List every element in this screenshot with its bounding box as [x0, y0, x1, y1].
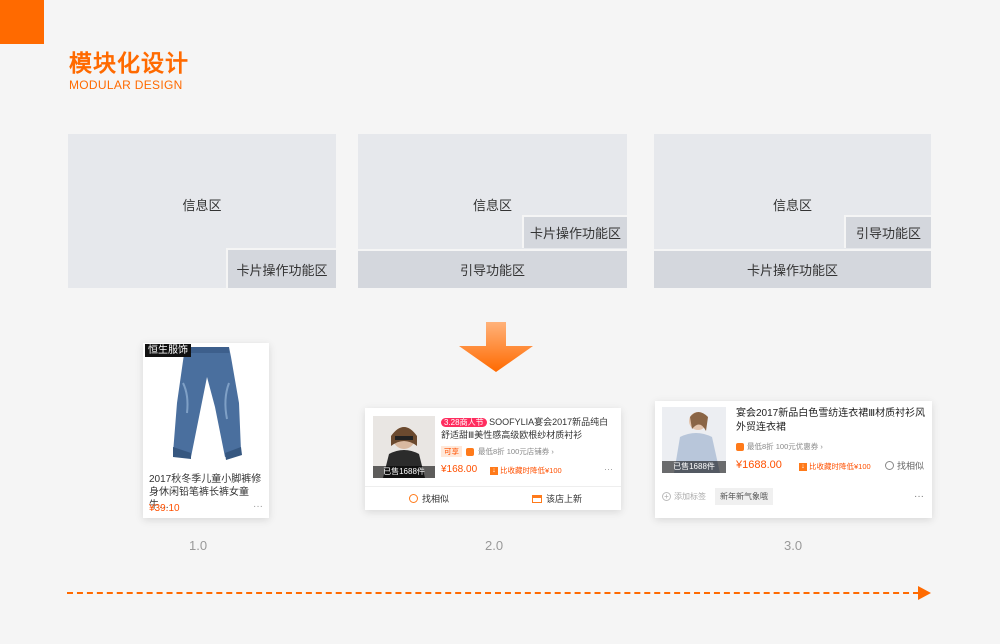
version-label: 3.0 [784, 538, 803, 553]
sold-count: 已售1688件 [662, 461, 726, 473]
add-tag-button[interactable]: + 添加标签 [662, 491, 706, 502]
info-area-label: 信息区 [182, 198, 222, 213]
plus-icon: + [662, 492, 671, 501]
product-title-block: 3.28商人节 SOOFYLIA宴会2017新品纯白舒适甜Ⅲ美性感高级欧根纱材质… [441, 416, 613, 441]
coupon-text: 最低8折 100元店铺券 › [478, 447, 554, 456]
search-icon [884, 461, 894, 470]
shop-tag: 恒生服饰 [145, 344, 191, 357]
coupon-row[interactable]: 可享 最低8折 100元店铺券 › [441, 446, 554, 457]
card-ops-area: 卡片操作功能区 [226, 248, 336, 288]
arrow-down-icon: ↓ [490, 466, 498, 475]
product-image: 已售1688件 [662, 407, 726, 473]
find-similar-button[interactable]: 找相似 [365, 487, 493, 510]
tag-chip[interactable]: 新年新气象哦 [715, 488, 773, 505]
find-similar-label: 找相似 [421, 494, 449, 504]
arrow-down-icon: ↓ [799, 462, 807, 471]
product-price: ¥168.00 [441, 464, 478, 475]
price-drop-text: 比收藏时降低¥100 [500, 466, 562, 475]
guide-area: 引导功能区 [844, 215, 931, 248]
find-similar-label: 找相似 [896, 461, 924, 471]
product-card-v2[interactable]: 已售1688件 3.28商人节 SOOFYLIA宴会2017新品纯白舒适甜Ⅲ美性… [365, 408, 621, 510]
more-button[interactable]: ··· [914, 491, 924, 502]
product-price: ¥39.10 [149, 503, 180, 514]
shop-icon [531, 494, 542, 503]
more-button[interactable]: ··· [604, 464, 613, 474]
version-label: 1.0 [189, 538, 208, 553]
timeline-line [67, 592, 919, 594]
price-drop-text: 比收藏时降低¥100 [809, 462, 871, 471]
coupon-icon [466, 447, 474, 456]
product-price: ¥1688.00 [736, 459, 782, 471]
guide-area: 引导功能区 [358, 249, 627, 288]
version-label: 2.0 [485, 538, 504, 553]
shop-new-label: 该店上新 [545, 494, 582, 504]
coupon-icon [736, 442, 744, 451]
card-ops-area: 卡片操作功能区 [654, 249, 931, 288]
product-image [143, 343, 269, 465]
corner-accent [0, 0, 44, 44]
wireframe-1: 信息区 卡片操作功能区 [68, 134, 336, 288]
wireframe-3: 信息区 引导功能区 卡片操作功能区 [654, 134, 931, 288]
wireframe-2: 信息区 卡片操作功能区 引导功能区 [358, 134, 627, 288]
timeline-arrow-icon [918, 586, 931, 600]
product-title: 宴会2017新品白色雪纺连衣裙Ⅲ材质衬衫风外贸连衣裙 [736, 408, 926, 433]
search-icon [408, 494, 418, 503]
sold-count: 已售1688件 [373, 466, 435, 478]
coupon-row[interactable]: 最低8折 100元优惠券 › [736, 441, 823, 452]
info-area-label: 信息区 [772, 198, 812, 213]
page-title: 模块化设计 [69, 50, 189, 76]
price-drop: ↓ 比收藏时降低¥100 [799, 461, 871, 472]
shop-new-button[interactable]: 该店上新 [493, 487, 621, 510]
product-card-v1[interactable]: 恒生服饰 2017秋冬季儿童小脚裤修身休闲铅笔裤长裤女童牛… ¥39.10 ··… [143, 343, 269, 518]
promo-badge: 3.28商人节 [441, 418, 487, 427]
find-similar-button[interactable]: 找相似 [884, 459, 924, 472]
more-button[interactable]: ··· [253, 501, 263, 512]
prefer-tag: 可享 [441, 446, 462, 457]
page-subtitle: MODULAR DESIGN [69, 78, 183, 92]
coupon-text: 最低8折 100元优惠券 › [747, 442, 823, 451]
price-drop: ↓ 比收藏时降低¥100 [490, 465, 562, 476]
product-image: 已售1688件 [373, 416, 435, 478]
product-card-v3[interactable]: 已售1688件 宴会2017新品白色雪纺连衣裙Ⅲ材质衬衫风外贸连衣裙 最低8折 … [655, 401, 932, 518]
card-ops-area: 卡片操作功能区 [522, 215, 627, 248]
info-area-label: 信息区 [472, 198, 512, 213]
add-tag-label: 添加标签 [674, 492, 706, 501]
down-arrow-icon [459, 322, 533, 372]
jeans-image [173, 347, 242, 460]
